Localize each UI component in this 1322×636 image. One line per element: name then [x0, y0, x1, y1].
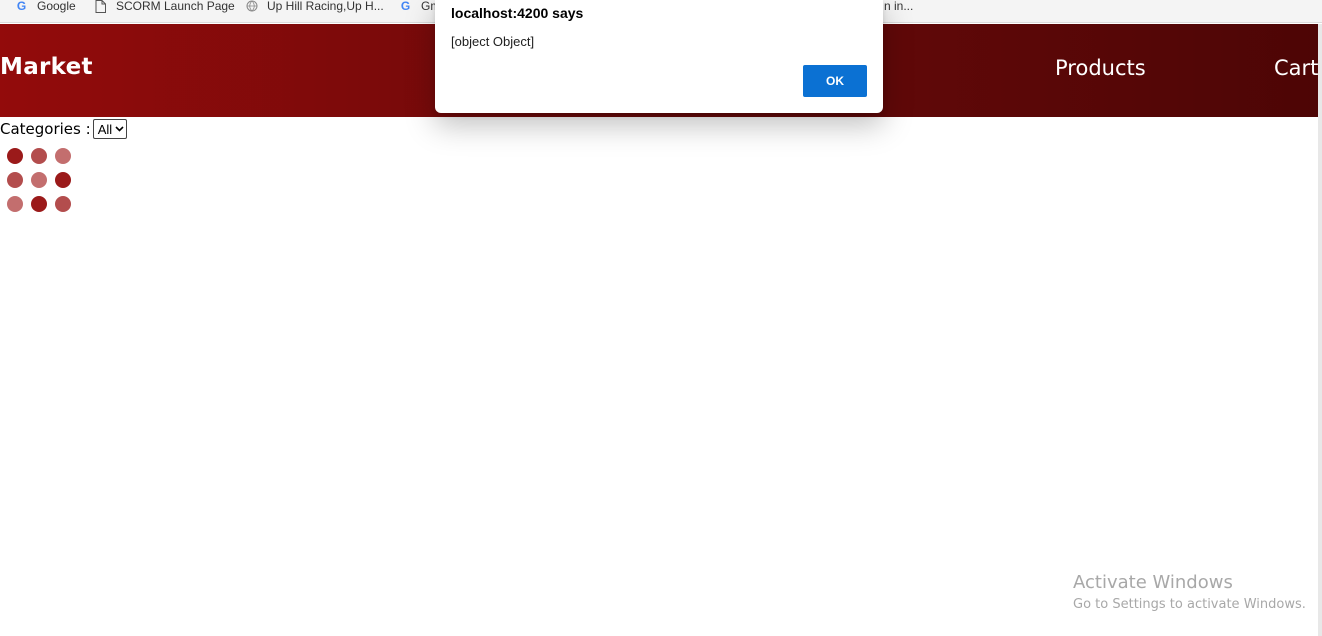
- ok-button[interactable]: OK: [803, 65, 867, 97]
- bookmark-label: SCORM Launch Page: [116, 0, 235, 13]
- loading-spinner: [7, 148, 79, 220]
- spinner-dot: [7, 196, 23, 212]
- spinner-dot: [55, 196, 71, 212]
- dialog-title: localhost:4200 says: [451, 5, 584, 21]
- spinner-dot: [31, 196, 47, 212]
- bookmark-scorm[interactable]: SCORM Launch Page: [94, 0, 235, 15]
- category-label: Categories :: [0, 120, 91, 138]
- nav-link-cart[interactable]: Cart: [1274, 56, 1318, 80]
- bookmark-label: n in...: [884, 0, 914, 13]
- spinner-dot: [7, 172, 23, 188]
- activate-windows-watermark: Activate Windows Go to Settings to activ…: [1073, 572, 1306, 616]
- spinner-dot: [31, 172, 47, 188]
- bookmark-google[interactable]: G Google: [15, 0, 76, 15]
- spinner-dot: [55, 172, 71, 188]
- document-icon: [94, 0, 107, 13]
- spinner-dot: [7, 148, 23, 164]
- google-g-icon: G: [16, 0, 27, 13]
- watermark-title: Activate Windows: [1073, 572, 1233, 593]
- category-filter: Categories : All: [0, 119, 128, 139]
- dialog-message: [object Object]: [451, 34, 535, 49]
- globe-icon: [245, 0, 258, 13]
- spinner-dot: [31, 148, 47, 164]
- scrollbar-edge: [1318, 24, 1322, 636]
- bookmark-partial[interactable]: n in...: [884, 0, 913, 15]
- bookmark-label: Up Hill Racing,Up H...: [267, 0, 384, 13]
- brand-title[interactable]: Market: [0, 54, 93, 80]
- google-g-icon: G: [400, 0, 411, 13]
- bookmark-uphill-racing[interactable]: Up Hill Racing,Up H...: [245, 0, 384, 15]
- nav-link-products[interactable]: Products: [1055, 56, 1146, 80]
- category-select[interactable]: All: [92, 119, 128, 139]
- alert-dialog: localhost:4200 says [object Object] OK: [435, 0, 883, 113]
- watermark-subtitle: Go to Settings to activate Windows.: [1073, 597, 1306, 612]
- bookmark-label: Google: [37, 0, 76, 13]
- chevron-down-icon: [115, 126, 124, 132]
- category-select-value: All: [97, 121, 113, 137]
- spinner-dot: [55, 148, 71, 164]
